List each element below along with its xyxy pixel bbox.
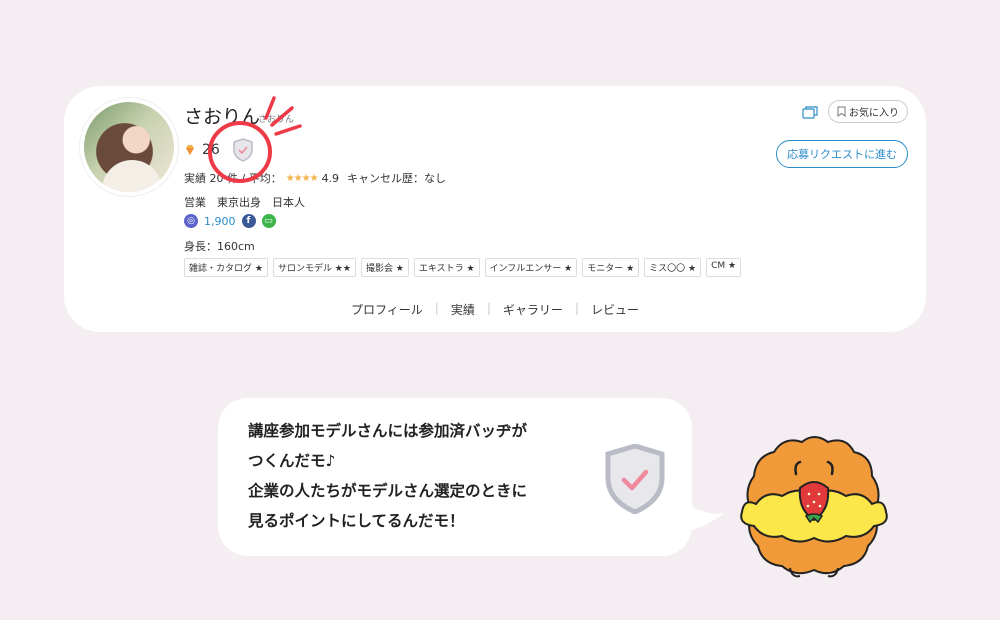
favorite-row: お気に入り [802, 100, 908, 123]
follower-count[interactable]: 1,900 [204, 215, 236, 228]
tab-reviews[interactable]: レビュー [579, 301, 651, 318]
avatar[interactable] [84, 102, 174, 192]
cards-icon[interactable] [802, 105, 818, 119]
mascot-character [740, 436, 888, 578]
rating-value: 4.9 [321, 171, 340, 185]
genre-tags: 雑誌・カタログ ★ サロンモデル ★★ 撮影会 ★ エキストラ ★ インフルエン… [184, 258, 742, 277]
shield-check-icon [605, 444, 665, 514]
bubble-line: 講座参加モデルさんには参加済バッヂが [248, 422, 528, 440]
genre-tag: モニター ★ [582, 258, 640, 277]
sns-row: ◎ 1,900 f ▭ [184, 214, 276, 228]
genre-tag: インフルエンサー ★ [484, 258, 578, 277]
genre-tag: 雑誌・カタログ ★ [184, 258, 268, 277]
genre-tag: サロンモデル ★★ [272, 258, 356, 277]
bubble-line: つくんだモ♪ [248, 452, 336, 470]
height-info: 身長：160cm [184, 240, 255, 253]
tab-gallery[interactable]: ギャラリー [491, 301, 575, 318]
genre-tag: エキストラ ★ [413, 258, 480, 277]
instagram-icon[interactable]: ◎ [184, 214, 198, 228]
tab-profile[interactable]: プロフィール [339, 301, 435, 318]
diamond-icon [186, 145, 194, 155]
bubble-line: 見るポイントにしてるんだモ！ [248, 512, 465, 530]
bubble-text: 講座参加モデルさんには参加済バッヂが つくんだモ♪ 企業の人たちがモデルさん選定… [248, 416, 527, 536]
favorite-label: お気に入り [849, 108, 899, 119]
bubble-tail [680, 497, 724, 533]
genre-tag: CM ★ [706, 258, 742, 277]
genre-tag: ミス〇〇 ★ [644, 258, 702, 277]
bookmark-icon [837, 106, 846, 117]
line-icon[interactable]: ▭ [261, 214, 276, 228]
tab-achievements[interactable]: 実績 [439, 301, 487, 318]
apply-request-button[interactable]: 応募リクエストに進む [776, 140, 908, 168]
profile-card: さおりん さおりん 26 実績 20 件 / 平均： ★★★★ 4.9 キャンセ… [64, 86, 926, 332]
bubble-line: 企業の人たちがモデルさん選定のときに [248, 482, 528, 500]
badge-highlight-circle [208, 96, 302, 183]
favorite-button[interactable]: お気に入り [828, 100, 908, 123]
facebook-icon[interactable]: f [241, 214, 256, 228]
profile-tabs: プロフィール | 実績 | ギャラリー | レビュー [64, 301, 926, 318]
avatar-shirt [102, 160, 162, 192]
occupation-info: 営業 東京出身 日本人 [184, 196, 305, 209]
speech-bubble: 講座参加モデルさんには参加済バッヂが つくんだモ♪ 企業の人たちがモデルさん選定… [218, 398, 692, 556]
cancel-history: キャンセル歴：なし [347, 172, 447, 185]
genre-tag: 撮影会 ★ [360, 258, 409, 277]
